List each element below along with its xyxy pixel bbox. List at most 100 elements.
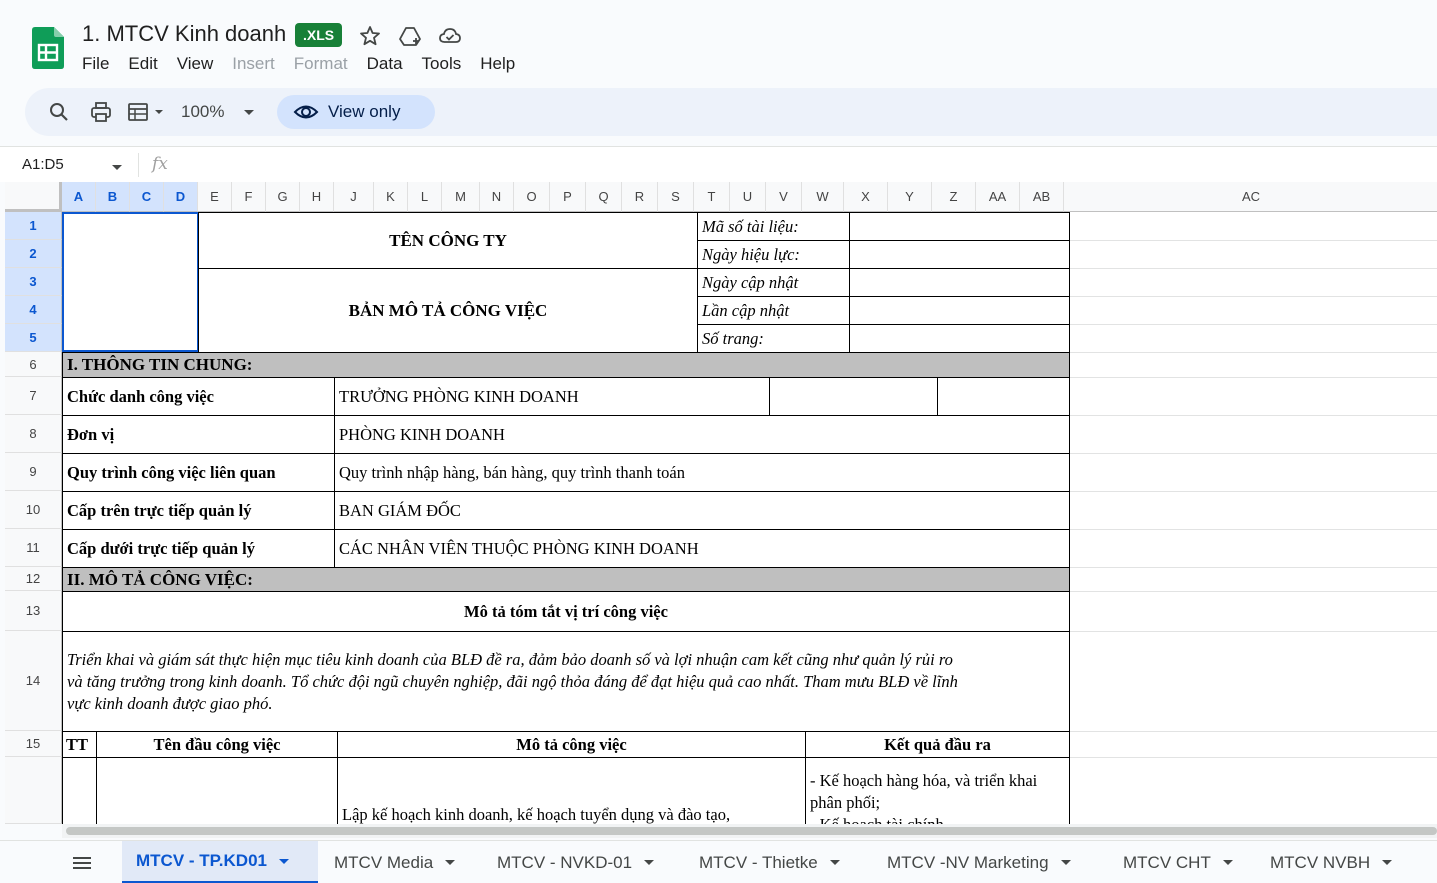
menu-insert[interactable]: Insert [232, 54, 275, 74]
meta-value-pages[interactable] [849, 324, 1070, 353]
menu-file[interactable]: File [82, 54, 109, 74]
column-header-m[interactable]: M [442, 182, 480, 212]
column-header-r[interactable]: R [622, 182, 658, 212]
meta-value-updated-date[interactable] [849, 268, 1070, 297]
row-header-7[interactable]: 7 [5, 377, 62, 415]
info-value-unit[interactable]: PHÒNG KINH DOANH [334, 415, 1070, 454]
row-header-16[interactable] [5, 757, 62, 824]
zoom-level[interactable]: 100% [181, 102, 224, 122]
name-box[interactable]: A1:D5 [22, 156, 64, 173]
sheet-grid[interactable]: TÊN CÔNG TY BẢN MÔ TẢ CÔNG VIỆC Mã số tà… [62, 212, 1437, 824]
summary-text-cell[interactable]: Triển khai và giám sát thực hiện mục tiê… [62, 631, 1070, 732]
info-label-superior[interactable]: Cấp trên trực tiếp quản lý [62, 491, 335, 530]
info-label-unit[interactable]: Đơn vị [62, 415, 335, 454]
menu-edit[interactable]: Edit [128, 54, 157, 74]
column-header-a[interactable]: A [62, 182, 96, 212]
column-header-p[interactable]: P [550, 182, 586, 212]
info-value-process[interactable]: Quy trình nhập hàng, bán hàng, quy trình… [334, 453, 1070, 492]
document-name-cell[interactable]: BẢN MÔ TẢ CÔNG VIỆC [198, 268, 698, 353]
column-header-x[interactable]: X [844, 182, 888, 212]
meta-label-updated-date[interactable]: Ngày cập nhật [697, 268, 850, 297]
info-label-title[interactable]: Chức danh công việc [62, 377, 335, 416]
table-view-icon[interactable] [127, 100, 167, 124]
chevron-down-icon[interactable] [279, 858, 289, 864]
row-header-12[interactable]: 12 [5, 567, 62, 591]
row-header-1[interactable]: 1 [5, 212, 62, 240]
sheet-tab-tp-kd01[interactable]: MTCV - TP.KD01 [122, 841, 318, 883]
info-label-subordinates[interactable]: Cấp dưới trực tiếp quản lý [62, 529, 335, 568]
search-icon[interactable] [47, 100, 71, 124]
row-header-6[interactable]: 6 [5, 352, 62, 377]
meta-label-pages[interactable]: Số trang: [697, 324, 850, 353]
chevron-down-icon[interactable] [829, 860, 840, 865]
section-job-description[interactable]: II. MÔ TẢ CÔNG VIỆC: [62, 567, 1070, 592]
menu-help[interactable]: Help [480, 54, 515, 74]
row-header-8[interactable]: 8 [5, 415, 62, 453]
table-header-no[interactable]: TT [62, 731, 97, 758]
chevron-down-icon[interactable] [1382, 860, 1393, 865]
row-header-5[interactable]: 5 [5, 324, 62, 352]
table-cell-no[interactable] [62, 757, 97, 824]
meta-value-revision[interactable] [849, 296, 1070, 325]
meta-label-effective-date[interactable]: Ngày hiệu lực: [697, 240, 850, 269]
sheet-tab-thietke[interactable]: MTCV - Thietke [685, 841, 873, 883]
sheet-tab-nvkd01[interactable]: MTCV - NVKD-01 [483, 841, 683, 883]
table-header-task-name[interactable]: Tên đầu công việc [96, 731, 338, 758]
star-icon[interactable] [358, 24, 382, 48]
scrollbar-thumb[interactable] [66, 827, 1437, 835]
column-header-n[interactable]: N [480, 182, 514, 212]
column-header-j[interactable]: J [334, 182, 374, 212]
column-header-u[interactable]: U [730, 182, 766, 212]
row-header-11[interactable]: 11 [5, 529, 62, 567]
column-header-ac[interactable]: AC [1064, 182, 1437, 212]
sheet-tab-cht[interactable]: MTCV CHT [1109, 841, 1257, 883]
meta-label-doc-code[interactable]: Mã số tài liệu: [697, 212, 850, 241]
row-header-13[interactable]: 13 [5, 591, 62, 631]
column-header-t[interactable]: T [694, 182, 730, 212]
menu-tools[interactable]: Tools [422, 54, 462, 74]
print-icon[interactable] [89, 100, 113, 124]
column-header-b[interactable]: B [96, 182, 130, 212]
logo-cell-selected[interactable] [62, 212, 199, 352]
row-header-10[interactable]: 10 [5, 491, 62, 529]
table-header-output[interactable]: Kết quả đầu ra [805, 731, 1070, 758]
document-title[interactable]: 1. MTCV Kinh doanh [82, 21, 286, 47]
table-cell-task-name[interactable] [96, 757, 338, 824]
row-header-2[interactable]: 2 [5, 240, 62, 268]
info-value-title[interactable]: TRƯỞNG PHÒNG KINH DOANH [334, 377, 770, 416]
sheets-logo-icon[interactable] [32, 27, 64, 69]
info-value-subordinates[interactable]: CÁC NHÂN VIÊN THUỘC PHÒNG KINH DOANH [334, 529, 1070, 568]
meta-label-revision[interactable]: Lần cập nhật [697, 296, 850, 325]
table-cell-output[interactable]: - Kế hoạch hàng hóa, và triển khai phân … [805, 757, 1070, 824]
sheet-tab-media[interactable]: MTCV Media [320, 841, 482, 883]
row-header-14[interactable]: 14 [5, 631, 62, 731]
row-header-4[interactable]: 4 [5, 296, 62, 324]
column-header-q[interactable]: Q [586, 182, 622, 212]
all-sheets-menu-icon[interactable] [70, 853, 94, 873]
column-header-y[interactable]: Y [888, 182, 932, 212]
cloud-saved-icon[interactable] [438, 24, 462, 48]
sheet-tab-nvbh[interactable]: MTCV NVBH [1256, 841, 1416, 883]
column-header-v[interactable]: V [766, 182, 802, 212]
column-header-f[interactable]: F [232, 182, 266, 212]
summary-title-cell[interactable]: Mô tả tóm tắt vị trí công việc [62, 591, 1070, 632]
chevron-down-icon[interactable] [445, 860, 456, 865]
view-only-button[interactable]: View only [277, 95, 435, 129]
column-header-k[interactable]: K [374, 182, 408, 212]
column-header-ab[interactable]: AB [1020, 182, 1064, 212]
column-header-s[interactable]: S [658, 182, 694, 212]
menu-format[interactable]: Format [294, 54, 348, 74]
column-header-o[interactable]: O [514, 182, 550, 212]
chevron-down-icon[interactable] [1222, 860, 1233, 865]
column-header-aa[interactable]: AA [976, 182, 1020, 212]
column-header-c[interactable]: C [130, 182, 164, 212]
move-to-drive-icon[interactable] [398, 24, 422, 48]
info-extra-cell[interactable] [769, 377, 938, 416]
column-header-e[interactable]: E [198, 182, 232, 212]
zoom-dropdown-icon[interactable] [241, 100, 257, 124]
column-header-d[interactable]: D [164, 182, 198, 212]
row-header-9[interactable]: 9 [5, 453, 62, 491]
table-header-task-desc[interactable]: Mô tả công việc [337, 731, 806, 758]
section-general-info[interactable]: I. THÔNG TIN CHUNG: [62, 352, 1070, 378]
company-name-cell[interactable]: TÊN CÔNG TY [198, 212, 698, 269]
